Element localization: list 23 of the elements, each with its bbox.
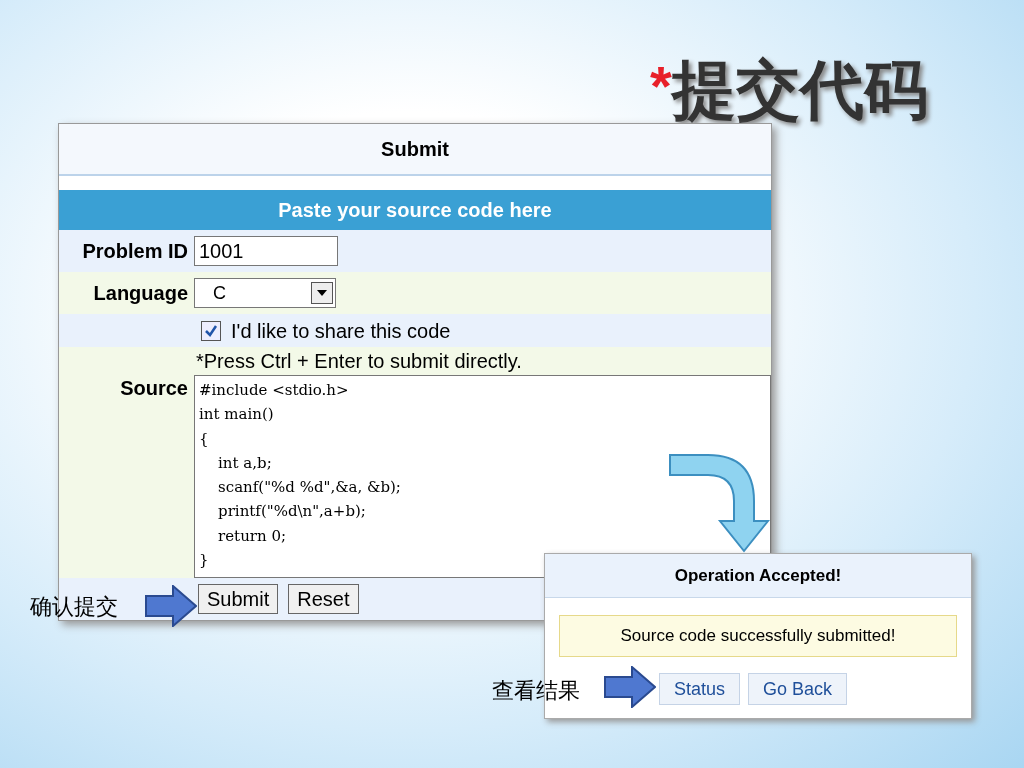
right-arrow-icon — [604, 666, 656, 708]
field-label: Problem ID — [82, 239, 188, 264]
language-dropdown[interactable]: C — [194, 278, 336, 308]
form-button[interactable]: Reset — [288, 584, 359, 614]
success-message: Source code successfully submitted! — [559, 615, 957, 657]
curved-arrow-icon — [668, 453, 770, 553]
callout-label: 查看结果 — [492, 677, 580, 705]
form-button[interactable]: Submit — [198, 584, 279, 614]
dialog-button[interactable]: Status — [659, 673, 741, 705]
share-checkbox[interactable] — [201, 320, 221, 341]
right-arrow-icon — [145, 585, 197, 627]
slide-title: 提交代码 — [671, 58, 928, 122]
callout-label: 确认提交 — [30, 593, 118, 621]
panel-header: Submit — [59, 124, 771, 176]
field-label: Source — [120, 376, 188, 401]
form-banner: Paste your source code here — [59, 190, 771, 230]
dialog-button[interactable]: Go Back — [748, 673, 848, 705]
dialog-title: Operation Accepted! — [545, 554, 971, 598]
share-label: I'd like to share this code — [231, 318, 451, 344]
hint-text: *Press Ctrl + Enter to submit directly. — [196, 349, 523, 374]
problem-id-field[interactable]: 1001 — [194, 236, 338, 266]
field-label: Language — [93, 281, 188, 306]
asterisk-mark: * — [650, 58, 672, 114]
